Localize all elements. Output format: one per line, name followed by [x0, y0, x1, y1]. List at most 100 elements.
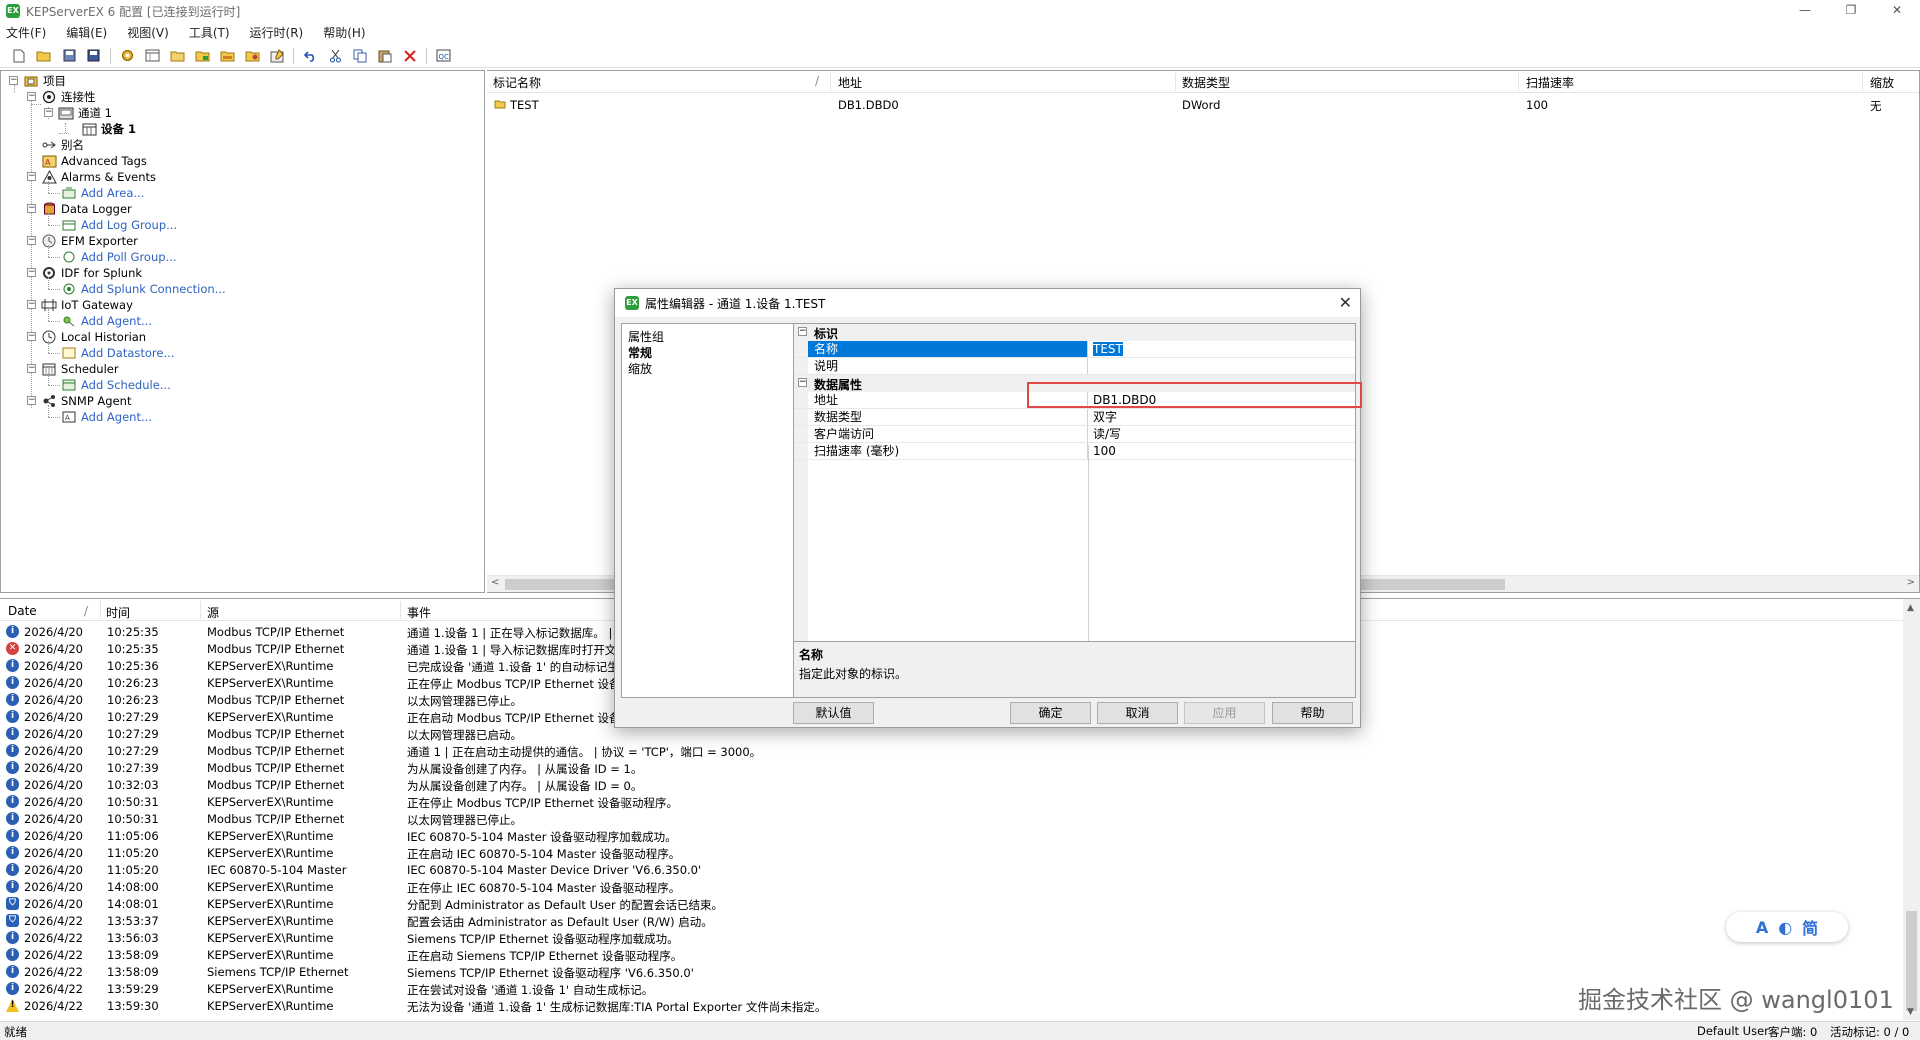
column-header-time[interactable]: 时间 — [106, 604, 130, 621]
moon-icon[interactable]: ◐ — [1778, 918, 1792, 937]
apply-button[interactable]: 应用 — [1184, 702, 1265, 724]
log-row[interactable]: ⛉ 2026/4/20 14:08:01 KEPServerEX\Runtime 分配到… — [0, 895, 1900, 912]
save-as-icon[interactable] — [85, 47, 103, 65]
tree-item-snmp-agent[interactable]: − SNMP Agent — [27, 393, 131, 409]
tree-add-link[interactable]: Add Agent... — [81, 410, 152, 424]
collapse-toggle[interactable]: − — [27, 300, 36, 309]
column-header-data-type[interactable]: 数据类型 — [1182, 74, 1230, 91]
tree-item-project[interactable]: − 项目 — [9, 73, 66, 89]
tree-add-link[interactable]: Add Datastore... — [81, 346, 174, 360]
category-identification[interactable]: − 标识 — [794, 324, 1355, 341]
help-button[interactable]: 帮助 — [1272, 702, 1353, 724]
cut-icon[interactable] — [326, 47, 344, 65]
log-row[interactable]: i 2026/4/20 11:05:20 IEC 60870-5-104 Master… — [0, 861, 1900, 878]
log-row[interactable]: i 2026/4/20 11:05:20 KEPServerEX\Runtime 正在启… — [0, 844, 1900, 861]
property-name[interactable]: 名称 TEST — [794, 341, 1355, 358]
bulk-tag-icon[interactable] — [218, 47, 236, 65]
input-mode-simplified[interactable]: 简 — [1802, 915, 1818, 939]
copy-icon[interactable] — [351, 47, 369, 65]
tree-item-data-logger-add[interactable]: Add Log Group... — [61, 217, 177, 233]
input-mode-a[interactable]: A — [1756, 918, 1768, 937]
menu-tools[interactable]: 工具(T) — [189, 24, 230, 41]
collapse-toggle[interactable]: − — [27, 268, 36, 277]
scroll-thumb[interactable] — [1906, 911, 1917, 1011]
column-header-tag-name[interactable]: 标记名称 — [493, 74, 541, 91]
collapse-toggle[interactable]: − — [798, 378, 807, 387]
cancel-button[interactable]: 取消 — [1097, 702, 1178, 724]
tree-item-idf-for-splunk-add[interactable]: Add Splunk Connection... — [61, 281, 226, 297]
new-project-icon[interactable] — [10, 47, 28, 65]
vertical-scrollbar[interactable]: ▲ ▼ — [1903, 599, 1920, 1020]
close-button[interactable]: ✕ — [1874, 0, 1920, 22]
save-icon[interactable] — [60, 47, 78, 65]
collapse-toggle[interactable]: − — [27, 364, 36, 373]
collapse-toggle[interactable]: − — [27, 172, 36, 181]
tree-item-scheduler-add[interactable]: Add Schedule... — [61, 377, 171, 393]
tree-item-local-historian[interactable]: − Local Historian — [27, 329, 146, 345]
tree-add-link[interactable]: Add Area... — [81, 186, 144, 200]
scroll-down-icon[interactable]: ▼ — [1907, 1007, 1914, 1017]
delete-icon[interactable] — [401, 47, 419, 65]
properties-icon[interactable] — [268, 47, 286, 65]
tree-item-local-historian-add[interactable]: Add Datastore... — [61, 345, 174, 361]
tree-item-scheduler[interactable]: − Scheduler — [27, 361, 119, 377]
property-description[interactable]: 说明 — [794, 358, 1355, 375]
minimize-button[interactable]: — — [1782, 0, 1828, 22]
client-access-value-select[interactable]: 读/写 — [1089, 426, 1121, 442]
column-header-scan-rate[interactable]: 扫描速率 — [1526, 74, 1574, 91]
tree-item-idf-for-splunk[interactable]: − IDF for Splunk — [27, 265, 142, 281]
column-header-scaling[interactable]: 缩放 — [1870, 74, 1894, 91]
tree-item-advanced-tags[interactable]: A Advanced Tags — [27, 153, 147, 169]
tree-item-data-logger[interactable]: − Data Logger — [27, 201, 132, 217]
log-row[interactable]: i 2026/4/20 10:27:39 Modbus TCP/IP Ethernet… — [0, 759, 1900, 776]
description-value-input[interactable] — [1089, 358, 1093, 374]
collapse-toggle[interactable]: − — [798, 327, 807, 336]
new-tag-group-icon[interactable] — [168, 47, 186, 65]
menu-runtime[interactable]: 运行时(R) — [250, 24, 304, 41]
quick-client-icon[interactable]: QC — [434, 47, 452, 65]
tree-item-efm-exporter-add[interactable]: Add Poll Group... — [61, 249, 177, 265]
tree-item-alarms-events-add[interactable]: Add Area... — [61, 185, 144, 201]
tree-item-connectivity[interactable]: − 连接性 — [27, 89, 96, 105]
ok-button[interactable]: 确定 — [1010, 702, 1091, 724]
collapse-toggle[interactable]: − — [27, 396, 36, 405]
tree-add-link[interactable]: Add Agent... — [81, 314, 152, 328]
column-header-event[interactable]: 事件 — [407, 604, 431, 621]
scroll-right-icon[interactable]: > — [1907, 577, 1915, 588]
menu-view[interactable]: 视图(V) — [127, 24, 169, 41]
collapse-toggle[interactable]: − — [27, 204, 36, 213]
tree-item-alarms-events[interactable]: − Alarms & Events — [27, 169, 156, 185]
property-client-access[interactable]: 客户端访问 读/写 — [794, 426, 1355, 443]
scan-rate-value-input[interactable]: 100 — [1089, 443, 1116, 459]
scroll-up-icon[interactable]: ▲ — [1907, 603, 1914, 613]
new-tag-icon[interactable] — [193, 47, 211, 65]
new-device-icon[interactable] — [143, 47, 161, 65]
tree-item-channel[interactable]: − 通道 1 — [44, 105, 112, 121]
tree-add-link[interactable]: Add Schedule... — [81, 378, 171, 392]
paste-icon[interactable] — [376, 47, 394, 65]
data-type-value-select[interactable]: 双字 — [1089, 409, 1117, 425]
property-data-type[interactable]: 数据类型 双字 — [794, 409, 1355, 426]
log-row[interactable]: i 2026/4/22 13:56:03 KEPServerEX\Runtime Sie… — [0, 929, 1900, 946]
column-header-address[interactable]: 地址 — [838, 74, 862, 91]
tree-item-efm-exporter[interactable]: − EFM Exporter — [27, 233, 138, 249]
collapse-toggle[interactable]: − — [27, 236, 36, 245]
group-scaling[interactable]: 缩放 — [628, 360, 788, 376]
menu-edit[interactable]: 编辑(E) — [66, 24, 107, 41]
tree-add-link[interactable]: Add Poll Group... — [81, 250, 177, 264]
menu-file[interactable]: 文件(F) — [6, 24, 46, 41]
collapse-toggle[interactable]: − — [9, 76, 18, 85]
name-value-input[interactable]: TEST — [1093, 342, 1123, 356]
log-row[interactable]: i 2026/4/22 13:58:09 KEPServerEX\Runtime 正在启… — [0, 946, 1900, 963]
tree-item-device[interactable]: 设备 1 — [81, 121, 136, 137]
property-scan-rate[interactable]: 扫描速率 (毫秒) 100 — [794, 443, 1355, 460]
log-row[interactable]: i 2026/4/22 13:58:09 Siemens TCP/IP Etherne… — [0, 963, 1900, 980]
scroll-left-icon[interactable]: < — [491, 577, 499, 588]
group-general[interactable]: 常规 — [628, 344, 788, 360]
column-header-source[interactable]: 源 — [207, 604, 219, 621]
tree-item-snmp-agent-add[interactable]: A Add Agent... — [61, 409, 152, 425]
log-row[interactable]: i 2026/4/20 10:50:31 KEPServerEX\Runtime 正在停… — [0, 793, 1900, 810]
log-row[interactable]: i 2026/4/20 10:32:03 Modbus TCP/IP Ethernet… — [0, 776, 1900, 793]
column-header-date[interactable]: Date — [8, 604, 37, 618]
log-row[interactable]: i 2026/4/20 10:27:29 Modbus TCP/IP Ethernet… — [0, 742, 1900, 759]
